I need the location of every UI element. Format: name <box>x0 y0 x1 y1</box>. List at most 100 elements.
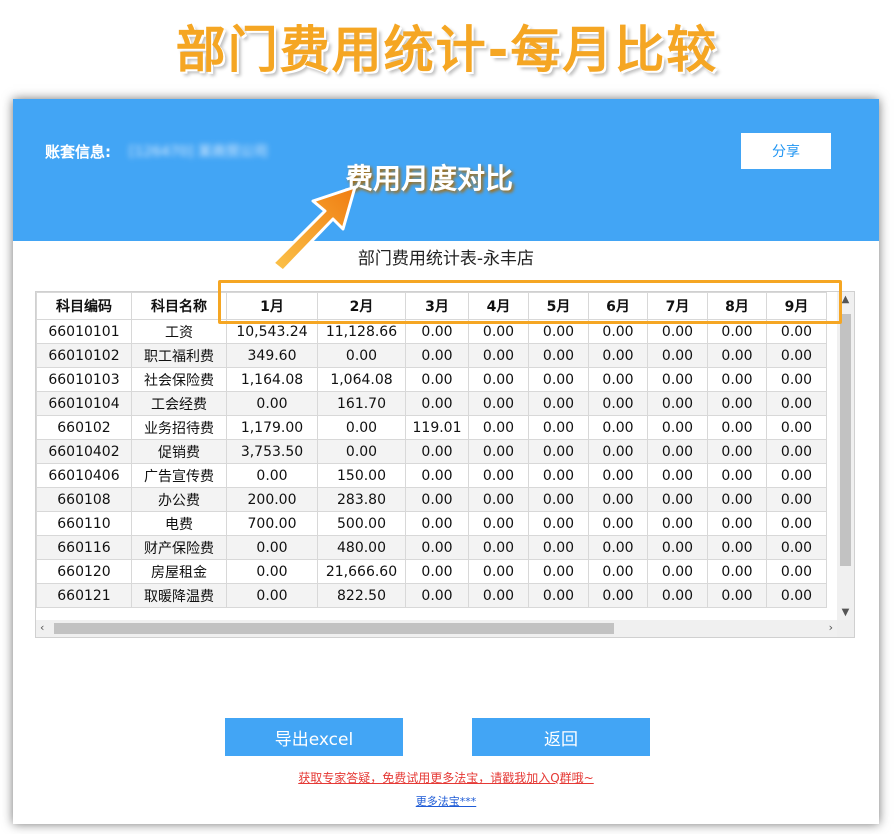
table-cell: 660121 <box>36 583 132 608</box>
table-cell: 0.00 <box>528 367 589 392</box>
table-cell: 0.00 <box>647 559 708 584</box>
column-header[interactable]: 9月 <box>766 292 827 320</box>
table-cell: 660116 <box>36 535 132 560</box>
table-cell: 66010104 <box>36 391 132 416</box>
table-cell: 0.00 <box>405 463 469 488</box>
table-row[interactable]: 66010104 工会经费 0.00 161.70 0.00 0.00 0.00 0.00 0.… <box>36 391 827 416</box>
table-cell: 0.00 <box>226 391 318 416</box>
table-cell: 0.00 <box>766 583 827 608</box>
column-header[interactable]: 科目名称 <box>131 292 227 320</box>
page-headline: 部门费用统计-每月比较 <box>175 21 719 79</box>
table-cell: 0.00 <box>528 343 589 368</box>
table-cell: 0.00 <box>647 583 708 608</box>
table-cell: 0.00 <box>468 367 529 392</box>
more-tools-link[interactable]: 更多法宝*** <box>13 793 879 809</box>
table-cell: 161.70 <box>317 391 406 416</box>
column-header[interactable]: 5月 <box>528 292 589 320</box>
export-excel-button[interactable]: 导出excel <box>225 718 403 756</box>
account-banner: 账套信息: [126470] 某商贸公司 分享 费用月度对比 <box>13 99 879 241</box>
scroll-up-icon[interactable]: ▲ <box>837 294 854 305</box>
promo-link[interactable]: 获取专家答疑，免费试用更多法宝，请戳我加入Q群哦~ <box>13 769 879 786</box>
account-value: [126470] 某商贸公司 <box>129 144 268 160</box>
table-cell: 0.00 <box>468 463 529 488</box>
table-cell: 0.00 <box>468 559 529 584</box>
table-cell: 480.00 <box>317 535 406 560</box>
column-header[interactable]: 3月 <box>405 292 469 320</box>
table-row[interactable]: 660110 电费 700.00 500.00 0.00 0.00 0.00 0.00 0.00… <box>36 511 827 536</box>
table-cell: 业务招待费 <box>131 415 227 440</box>
table-row[interactable]: 660108 办公费 200.00 283.80 0.00 0.00 0.00 0.00 0.0… <box>36 487 827 512</box>
table-row[interactable]: 66010406 广告宣传费 0.00 150.00 0.00 0.00 0.00 0.00 0… <box>36 463 827 488</box>
table-cell: 660110 <box>36 511 132 536</box>
table-cell: 1,179.00 <box>226 415 318 440</box>
table-cell: 0.00 <box>588 487 648 512</box>
table-row[interactable]: 660121 取暖降温费 0.00 822.50 0.00 0.00 0.00 0.00 0.0… <box>36 583 827 608</box>
column-header[interactable]: 6月 <box>588 292 648 320</box>
table-cell: 0.00 <box>647 343 708 368</box>
account-label: 账套信息: <box>45 143 111 161</box>
table-cell: 0.00 <box>528 559 589 584</box>
table-cell: 0.00 <box>468 319 529 344</box>
table-cell: 3,753.50 <box>226 439 318 464</box>
table-cell: 0.00 <box>405 559 469 584</box>
data-grid[interactable]: 科目编码 科目名称 1月 2月 3月 4月 5月 6月 7月 8月 9月 66010101 工资 10,… <box>35 291 855 638</box>
column-header[interactable]: 8月 <box>707 292 767 320</box>
column-header[interactable]: 7月 <box>647 292 708 320</box>
table-cell: 0.00 <box>707 367 767 392</box>
scroll-left-icon[interactable]: ‹ <box>40 621 44 634</box>
column-header[interactable]: 1月 <box>226 292 318 320</box>
table-cell: 0.00 <box>588 367 648 392</box>
table-cell: 0.00 <box>588 463 648 488</box>
table-cell: 0.00 <box>707 511 767 536</box>
table-cell: 电费 <box>131 511 227 536</box>
table-row[interactable]: 66010402 促销费 3,753.50 0.00 0.00 0.00 0.00 0.00 0… <box>36 439 827 464</box>
horizontal-scrollbar[interactable]: ‹ › <box>36 620 837 637</box>
vertical-scrollbar[interactable]: ▲ ▼ <box>837 292 854 620</box>
table-cell: 0.00 <box>226 583 318 608</box>
table-cell: 0.00 <box>707 415 767 440</box>
table-row[interactable]: 66010103 社会保险费 1,164.08 1,064.08 0.00 0.00 0.0… <box>36 367 827 392</box>
table-cell: 工会经费 <box>131 391 227 416</box>
table-row[interactable]: 660116 财产保险费 0.00 480.00 0.00 0.00 0.00 0.00 0.0… <box>36 535 827 560</box>
table-cell: 0.00 <box>647 367 708 392</box>
table-cell: 0.00 <box>528 535 589 560</box>
table-cell: 283.80 <box>317 487 406 512</box>
table-cell: 1,164.08 <box>226 367 318 392</box>
table-cell: 150.00 <box>317 463 406 488</box>
table-row[interactable]: 660102 业务招待费 1,179.00 0.00 119.01 0.00 0.00 0.0… <box>36 415 827 440</box>
table-cell: 0.00 <box>317 343 406 368</box>
column-header[interactable]: 科目编码 <box>36 292 132 320</box>
table-row[interactable]: 660120 房屋租金 0.00 21,666.60 0.00 0.00 0.00 0.00 0… <box>36 559 827 584</box>
table-cell: 0.00 <box>468 343 529 368</box>
table-cell: 0.00 <box>226 463 318 488</box>
table-row[interactable]: 66010101 工资 10,543.24 11,128.66 0.00 0.00 0.00… <box>36 319 827 344</box>
table-cell: 66010101 <box>36 319 132 344</box>
table-cell: 0.00 <box>766 559 827 584</box>
table-cell: 0.00 <box>707 391 767 416</box>
table-cell: 66010406 <box>36 463 132 488</box>
table-row[interactable]: 66010102 职工福利费 349.60 0.00 0.00 0.00 0.00 0.00 0… <box>36 343 827 368</box>
share-button[interactable]: 分享 <box>741 133 831 169</box>
table-cell: 0.00 <box>405 367 469 392</box>
table-cell: 0.00 <box>528 415 589 440</box>
table-cell: 0.00 <box>588 535 648 560</box>
column-header[interactable]: 4月 <box>468 292 529 320</box>
table-cell: 66010103 <box>36 367 132 392</box>
back-button[interactable]: 返回 <box>472 718 650 756</box>
horizontal-scroll-thumb[interactable] <box>54 623 614 634</box>
table-cell: 0.00 <box>647 319 708 344</box>
callout-text: 费用月度对比 <box>345 162 514 195</box>
table-cell: 0.00 <box>528 487 589 512</box>
scroll-right-icon[interactable]: › <box>829 621 833 634</box>
column-header[interactable]: 2月 <box>317 292 406 320</box>
table-cell: 0.00 <box>588 319 648 344</box>
table-cell: 0.00 <box>468 415 529 440</box>
vertical-scroll-thumb[interactable] <box>840 314 851 566</box>
scroll-down-icon[interactable]: ▼ <box>837 607 854 618</box>
table-cell: 0.00 <box>766 463 827 488</box>
table-cell: 0.00 <box>766 535 827 560</box>
table-cell: 取暖降温费 <box>131 583 227 608</box>
data-grid-viewport: 科目编码 科目名称 1月 2月 3月 4月 5月 6月 7月 8月 9月 66010101 工资 10,… <box>36 292 837 620</box>
table-cell: 0.00 <box>405 319 469 344</box>
table-cell: 0.00 <box>766 487 827 512</box>
